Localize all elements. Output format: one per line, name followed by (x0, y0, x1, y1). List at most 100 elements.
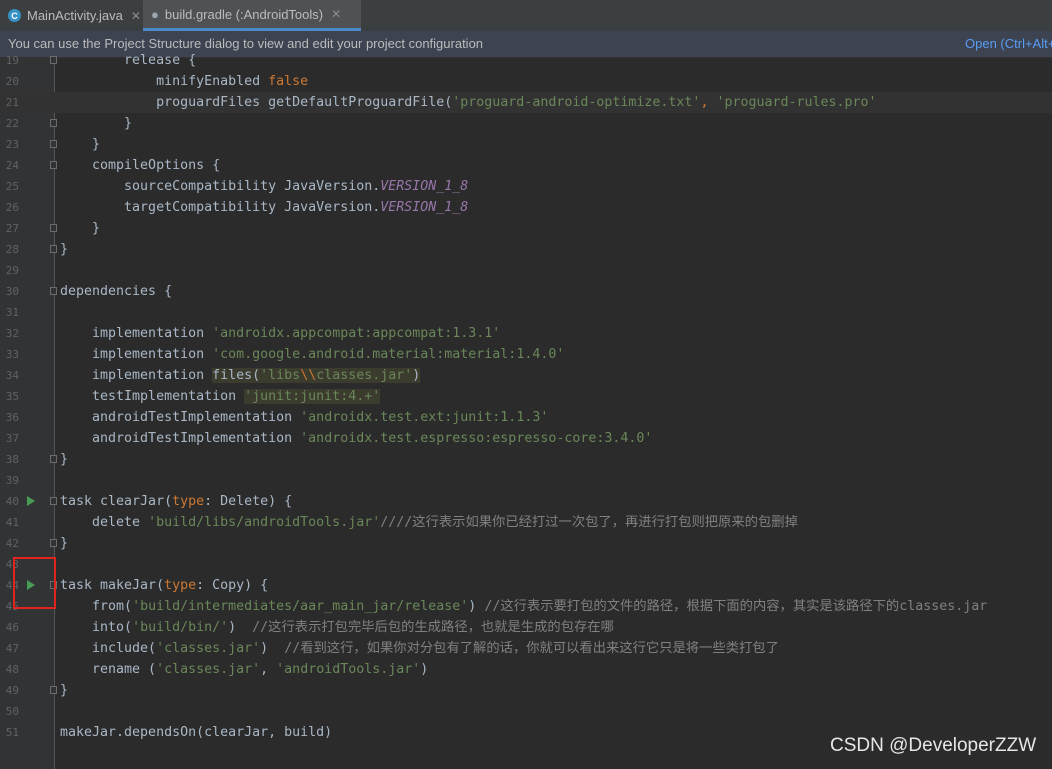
code-text: compileOptions { (60, 155, 220, 176)
code-token: include( (60, 641, 157, 656)
code-line[interactable]: 23 } (0, 134, 1052, 155)
code-line[interactable]: 42} (0, 533, 1052, 554)
code-token: 'com.google.android.material:material:1.… (212, 347, 565, 362)
code-line[interactable]: 22 } (0, 113, 1052, 134)
code-line[interactable]: 21 proguardFiles getDefaultProguardFile(… (0, 92, 1052, 113)
code-text: into('build/bin/') //这行表示打包完毕后包的生成路径，也就是… (60, 617, 614, 638)
fold-marker-icon[interactable] (50, 455, 57, 463)
code-token: , (260, 662, 277, 677)
code-token: 'junit:junit:4.+' (244, 389, 381, 404)
line-number: 33 (5, 348, 19, 361)
code-line[interactable]: 33 implementation 'com.google.android.ma… (0, 344, 1052, 365)
fold-marker-icon[interactable] (50, 56, 57, 64)
code-text: androidTestImplementation 'androidx.test… (60, 428, 652, 449)
code-token: sourceCompatibility JavaVersion. (60, 179, 381, 194)
code-line[interactable]: 45 from('build/intermediates/aar_main_ja… (0, 596, 1052, 617)
line-number: 36 (5, 411, 19, 424)
line-number: 50 (5, 705, 19, 718)
close-icon[interactable]: ✕ (331, 7, 341, 21)
code-line[interactable]: 25 sourceCompatibility JavaVersion.VERSI… (0, 176, 1052, 197)
code-token: ////这行表示如果你已经打过一次包了，再进行打包则把原来的包删掉 (380, 515, 798, 530)
fold-marker-icon[interactable] (50, 224, 57, 232)
java-class-icon: C (8, 9, 21, 22)
code-token: delete (60, 515, 149, 530)
code-token: 'libs (260, 368, 301, 383)
line-number: 34 (5, 369, 19, 382)
code-line[interactable]: 39 (0, 470, 1052, 491)
code-line[interactable]: 29 (0, 260, 1052, 281)
line-number: 27 (5, 222, 19, 235)
line-number: 40 (5, 495, 19, 508)
tab-main-activity[interactable]: C MainActivity.java ✕ (0, 0, 143, 31)
code-text: targetCompatibility JavaVersion.VERSION_… (60, 197, 468, 218)
tab-build-gradle[interactable]: ● build.gradle (:AndroidTools) ✕ (143, 0, 361, 31)
line-number: 49 (5, 684, 19, 697)
code-text: delete 'build/libs/androidTools.jar'////… (60, 512, 798, 533)
code-line[interactable]: 44 task makeJar(type: Copy) { (0, 575, 1052, 596)
code-line[interactable]: 26 targetCompatibility JavaVersion.VERSI… (0, 197, 1052, 218)
code-token: 'classes.jar' (156, 662, 261, 677)
fold-marker-icon[interactable] (50, 686, 57, 694)
code-line[interactable]: 38} (0, 449, 1052, 470)
code-token: minifyEnabled (60, 74, 269, 89)
code-token: compileOptions { (60, 158, 221, 173)
code-token: testImplementation (60, 389, 245, 404)
code-token: dependencies { (60, 284, 173, 299)
code-token: } (60, 683, 69, 698)
code-token: } (60, 137, 101, 152)
code-line[interactable]: 46 into('build/bin/') //这行表示打包完毕后包的生成路径，… (0, 617, 1052, 638)
code-token: androidTestImplementation (60, 410, 301, 425)
code-line[interactable]: 49} (0, 680, 1052, 701)
code-text: } (60, 239, 68, 260)
code-line[interactable]: 36 androidTestImplementation 'androidx.t… (0, 407, 1052, 428)
code-editor[interactable]: 19 release {20 minifyEnabled false 21 pro… (0, 50, 1052, 769)
fold-marker-icon[interactable] (50, 245, 57, 253)
open-project-structure-link[interactable]: Open (Ctrl+Alt+ (965, 36, 1052, 51)
close-icon[interactable]: ✕ (131, 9, 141, 23)
code-token: //看到这行，如果你对分包有了解的话，你就可以看出来这行它只是将一些类打包了 (284, 641, 779, 656)
run-gutter-icon[interactable] (27, 496, 35, 506)
code-line[interactable]: 31 (0, 302, 1052, 323)
code-line[interactable]: 35 testImplementation 'junit:junit:4.+' (0, 386, 1052, 407)
code-line[interactable]: 40 task clearJar(type: Delete) { (0, 491, 1052, 512)
code-line[interactable]: 28} (0, 239, 1052, 260)
code-line[interactable]: 37 androidTestImplementation 'androidx.t… (0, 428, 1052, 449)
code-line[interactable]: 50 (0, 701, 1052, 722)
code-line[interactable]: 20 minifyEnabled false (0, 71, 1052, 92)
code-line[interactable]: 19 release { (0, 50, 1052, 71)
code-text: } (60, 113, 132, 134)
line-number: 23 (5, 138, 19, 151)
code-text: implementation 'androidx.appcompat:appco… (60, 323, 500, 344)
code-token: implementation (60, 347, 213, 362)
code-token: } (60, 536, 69, 551)
code-line[interactable]: 34 implementation files('libs\\classes.j… (0, 365, 1052, 386)
banner-message: You can use the Project Structure dialog… (8, 36, 484, 51)
code-line[interactable]: 24 compileOptions { (0, 155, 1052, 176)
fold-marker-icon[interactable] (50, 539, 57, 547)
code-token: 'androidx.appcompat:appcompat:1.3.1' (212, 326, 501, 341)
fold-marker-icon[interactable] (50, 119, 57, 127)
code-line[interactable]: 27 } (0, 218, 1052, 239)
code-text: testImplementation 'junit:junit:4.+' (60, 386, 381, 407)
code-line[interactable]: 47 include('classes.jar') //看到这行，如果你对分包有… (0, 638, 1052, 659)
code-line[interactable]: 43 (0, 554, 1052, 575)
line-number: 32 (5, 327, 19, 340)
line-number: 38 (5, 453, 19, 466)
fold-marker-icon[interactable] (50, 287, 57, 295)
code-text: makeJar.dependsOn(clearJar, build) (60, 722, 332, 743)
code-token: implementation (60, 368, 213, 383)
fold-marker-icon[interactable] (50, 161, 57, 169)
fold-marker-icon[interactable] (50, 140, 57, 148)
code-line[interactable]: 41 delete 'build/libs/androidTools.jar'/… (0, 512, 1052, 533)
code-token: 'build/intermediates/aar_main_jar/releas… (132, 599, 469, 614)
code-line[interactable]: 32 implementation 'androidx.appcompat:ap… (0, 323, 1052, 344)
code-token: rename ( (60, 662, 157, 677)
code-token: 'androidx.test.espresso:espresso-core:3.… (300, 431, 653, 446)
code-line[interactable]: 48 rename ('classes.jar', 'androidTools.… (0, 659, 1052, 680)
code-token: } (60, 116, 133, 131)
line-number: 21 (5, 96, 19, 109)
code-line[interactable]: 30 dependencies { (0, 281, 1052, 302)
code-token: } (60, 242, 69, 257)
code-token: //这行表示要打包的文件的路径，根据下面的内容，其实是该路径下的classes.… (484, 599, 988, 614)
fold-marker-icon[interactable] (50, 497, 57, 505)
